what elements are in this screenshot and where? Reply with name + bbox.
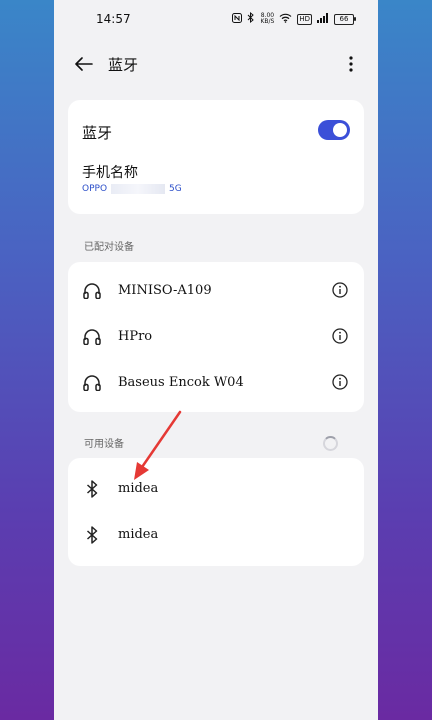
- available-device-row[interactable]: midea: [68, 512, 364, 558]
- status-icons: 8.00 KB/S HD 66: [232, 11, 356, 26]
- back-button[interactable]: [72, 52, 96, 76]
- net-speed-unit: KB/S: [260, 18, 275, 25]
- bluetooth-icon: [82, 479, 102, 499]
- header: 蓝牙: [54, 44, 378, 84]
- device-name: HPro: [118, 329, 153, 344]
- back-arrow-icon: [75, 57, 93, 71]
- status-bar: 14:57 8.00 KB/S HD 66: [54, 0, 378, 40]
- available-devices-title: 可用设备: [84, 439, 124, 450]
- status-time: 14:57: [96, 12, 131, 26]
- headphones-icon: [82, 373, 102, 393]
- device-name: midea: [118, 481, 159, 496]
- bluetooth-icon: [82, 525, 102, 545]
- device-name: Baseus Encok W04: [118, 375, 244, 390]
- bluetooth-label: 蓝牙: [82, 124, 113, 142]
- wifi-icon: [279, 13, 292, 26]
- info-icon[interactable]: [332, 328, 348, 344]
- paired-device-row[interactable]: MINISO-A109: [68, 268, 364, 314]
- device-name-prefix: OPPO: [82, 184, 108, 194]
- bluetooth-status-icon: [247, 11, 255, 26]
- more-vertical-icon: [349, 56, 353, 72]
- device-name-value: OPPO 5G: [82, 184, 182, 194]
- info-icon[interactable]: [332, 282, 348, 298]
- toggle-knob: [333, 123, 347, 137]
- bluetooth-settings-card: 蓝牙 手机名称 OPPO 5G: [68, 100, 364, 214]
- paired-devices-card: MINISO-A109 HPro Baseus Encok W04: [68, 262, 364, 412]
- paired-devices-title: 已配对设备: [84, 242, 134, 253]
- phone-screen: 14:57 8.00 KB/S HD 66 蓝牙 蓝牙 手机名称 OPPO 5G…: [54, 0, 378, 720]
- battery-icon: 66: [334, 13, 356, 25]
- net-speed: 8.00 KB/S: [260, 13, 274, 25]
- device-name-suffix: 5G: [169, 184, 182, 194]
- available-devices-card: midea midea: [68, 458, 364, 566]
- bluetooth-toggle[interactable]: [318, 120, 350, 140]
- redacted-area: [111, 184, 166, 194]
- more-options-button[interactable]: [340, 52, 362, 76]
- device-name: midea: [118, 527, 159, 542]
- hd-badge: HD: [297, 13, 312, 25]
- page-title: 蓝牙: [108, 56, 139, 74]
- paired-device-row[interactable]: Baseus Encok W04: [68, 360, 364, 406]
- available-device-row[interactable]: midea: [68, 466, 364, 512]
- device-name: MINISO-A109: [118, 283, 212, 298]
- device-name-label[interactable]: 手机名称: [82, 162, 138, 182]
- info-icon[interactable]: [332, 374, 348, 390]
- scanning-spinner-icon: [323, 436, 338, 451]
- signal-icon: [317, 12, 329, 26]
- paired-device-row[interactable]: HPro: [68, 314, 364, 360]
- nfc-icon: [232, 12, 243, 26]
- headphones-icon: [82, 327, 102, 347]
- headphones-icon: [82, 281, 102, 301]
